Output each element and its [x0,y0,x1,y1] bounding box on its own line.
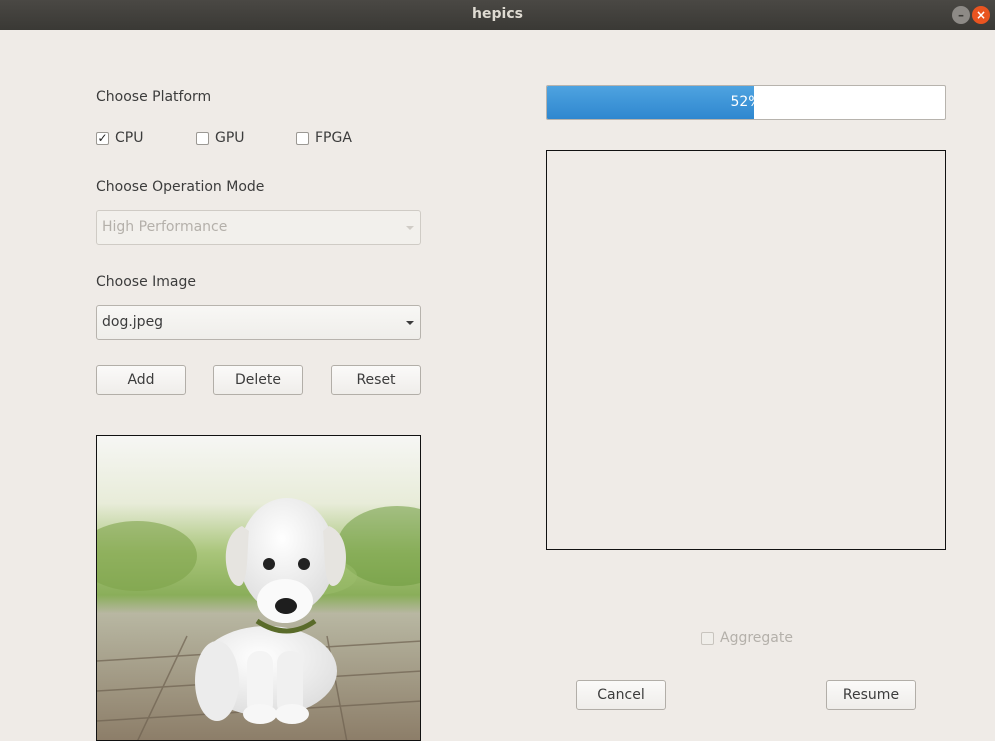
progress-bar: 52% [546,85,946,120]
image-heading: Choose Image [96,274,196,290]
aggregate-check-box[interactable] [701,631,714,645]
gpu-label: GPU [215,130,245,146]
cpu-check-box[interactable]: ✓ [96,130,109,145]
fpga-label: FPGA [315,130,352,146]
image-select[interactable]: dog.jpeg [96,305,421,340]
dog-image [97,436,420,740]
image-select-value: dog.jpeg [102,314,164,330]
add-button[interactable]: Add [96,365,186,395]
mode-heading: Choose Operation Mode [96,179,265,195]
gpu-checkbox[interactable]: GPU [196,130,245,146]
check-mark-icon: ✓ [97,130,108,145]
operation-mode-select[interactable]: High Performance [96,210,421,245]
output-image-area [546,150,946,550]
minimize-icon[interactable]: – [952,6,970,24]
title-bar: hepics – × [0,0,995,30]
chevron-down-icon [406,226,414,230]
cpu-checkbox[interactable]: ✓ CPU [96,130,143,146]
operation-mode-value: High Performance [102,219,228,235]
aggregate-checkbox[interactable]: Aggregate [701,630,793,646]
cancel-button[interactable]: Cancel [576,680,666,710]
close-icon[interactable]: × [972,6,990,24]
cpu-label: CPU [115,130,144,146]
window-title: hepics [472,6,523,22]
delete-button[interactable]: Delete [213,365,303,395]
gpu-check-box[interactable] [196,131,209,145]
chevron-down-icon [406,321,414,325]
resume-button[interactable]: Resume [826,680,916,710]
aggregate-label: Aggregate [720,630,793,646]
fpga-check-box[interactable] [296,131,309,145]
reset-button[interactable]: Reset [331,365,421,395]
progress-text: 52% [730,94,762,110]
image-preview [96,435,421,741]
fpga-checkbox[interactable]: FPGA [296,130,352,146]
platform-heading: Choose Platform [96,89,212,105]
